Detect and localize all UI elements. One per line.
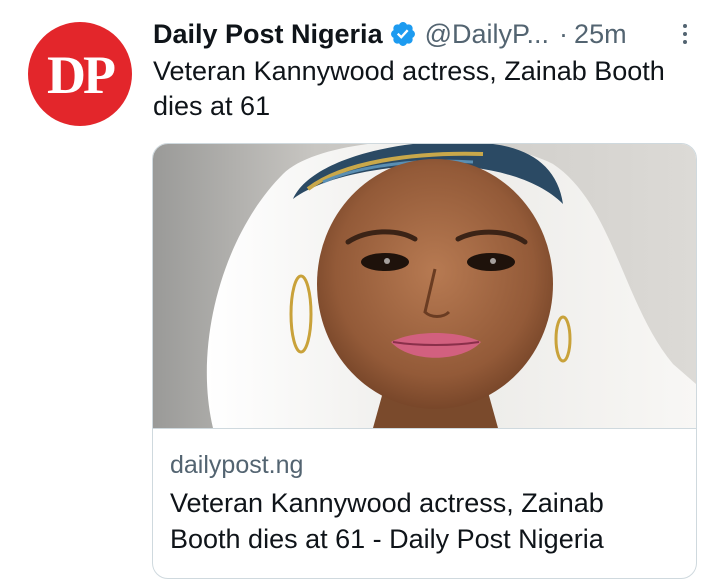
timestamp[interactable]: 25m — [574, 19, 627, 50]
card-image[interactable] — [153, 144, 696, 428]
avatar[interactable]: DP — [28, 22, 132, 126]
link-card[interactable]: dailypost.ng Veteran Kannywood actress, … — [152, 143, 697, 579]
tweet-text: Veteran Kannywood actress, Zainab Booth … — [153, 56, 665, 121]
user-handle[interactable]: @DailyP... — [425, 19, 549, 50]
avatar-initials: DP — [47, 45, 116, 105]
card-body: dailypost.ng Veteran Kannywood actress, … — [153, 428, 696, 557]
tweet-header: Daily Post Nigeria @DailyP... · 25m — [153, 14, 694, 54]
tweet[interactable]: DP Daily Post Nigeria @DailyP... · 25m V… — [0, 0, 720, 587]
card-domain: dailypost.ng — [170, 451, 304, 479]
verified-badge-icon — [389, 20, 417, 48]
display-name[interactable]: Daily Post Nigeria — [153, 19, 383, 50]
card-title: Veteran Kannywood actress, Zainab Booth … — [170, 488, 604, 554]
separator-dot: · — [559, 18, 569, 49]
more-vertical-icon[interactable] — [676, 19, 694, 49]
